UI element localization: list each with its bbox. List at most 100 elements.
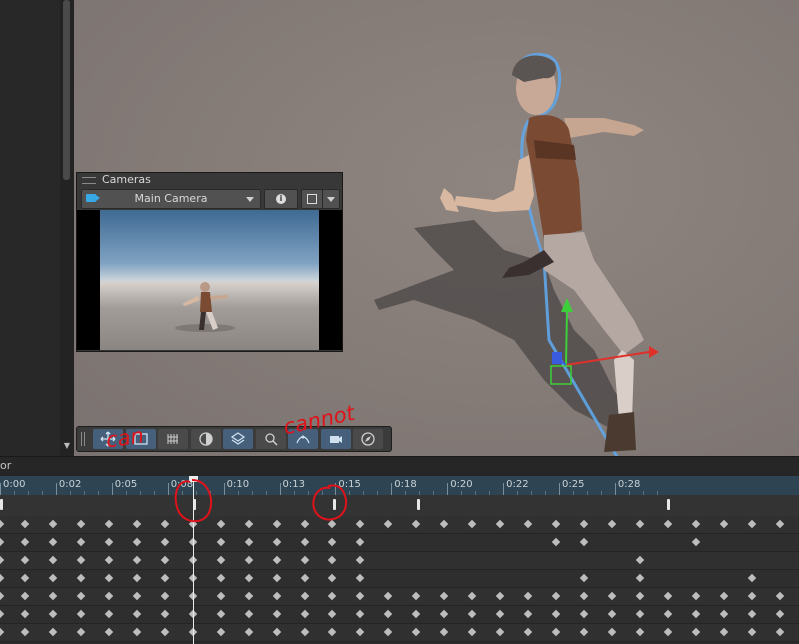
keyframe-diamond[interactable] xyxy=(384,627,393,637)
keyframe-diamond[interactable] xyxy=(747,627,756,637)
keyframe-diamond[interactable] xyxy=(607,627,617,637)
keyframe-diamond[interactable] xyxy=(663,609,673,619)
keyframe-diamond[interactable] xyxy=(132,573,142,583)
keyframe-diamond[interactable] xyxy=(719,609,728,619)
keyframe-diamond[interactable] xyxy=(747,591,756,601)
keyframe-diamond[interactable] xyxy=(244,627,253,637)
keyframe-diamond[interactable] xyxy=(747,609,756,619)
keyframe-diamond[interactable] xyxy=(76,627,86,637)
keyframe-diamond[interactable] xyxy=(160,609,169,619)
keyframe-diamond[interactable] xyxy=(356,537,365,547)
keyframe-diamond[interactable] xyxy=(384,591,393,601)
keyframe-diamond[interactable] xyxy=(0,573,5,583)
keyframe-diamond[interactable] xyxy=(551,627,561,637)
toolbar-grip-icon[interactable] xyxy=(84,432,85,446)
animation-event-marker[interactable] xyxy=(667,499,670,510)
keyframe-diamond[interactable] xyxy=(300,627,309,637)
keyframe-diamond[interactable] xyxy=(76,555,86,565)
animation-event-marker[interactable] xyxy=(417,499,420,510)
keyframe-diamond[interactable] xyxy=(48,519,58,529)
keyframe-diamond[interactable] xyxy=(48,609,58,619)
keyframe-diamond[interactable] xyxy=(663,591,673,601)
keyframe-diamond[interactable] xyxy=(747,573,756,583)
keyframe-diamond[interactable] xyxy=(328,537,337,547)
zoom-tool-button[interactable] xyxy=(255,429,286,449)
keyframe-diamond[interactable] xyxy=(300,609,309,619)
keyframe-diamond[interactable] xyxy=(104,591,114,601)
keyframe-diamond[interactable] xyxy=(272,537,281,547)
keyframe-diamond[interactable] xyxy=(579,609,589,619)
scrollbar-thumb[interactable] xyxy=(63,0,70,180)
grid-tool-button[interactable] xyxy=(158,429,188,449)
keyframe-diamond[interactable] xyxy=(216,627,225,637)
keyframe-diamond[interactable] xyxy=(300,573,309,583)
keyframe-diamond[interactable] xyxy=(607,519,617,529)
keyframe-diamond[interactable] xyxy=(0,591,5,601)
keyframe-diamond[interactable] xyxy=(635,591,645,601)
keyframe-diamond[interactable] xyxy=(0,537,5,547)
keyframe-diamond[interactable] xyxy=(272,591,281,601)
keyframe-diamond[interactable] xyxy=(747,519,756,529)
keyframe-diamond[interactable] xyxy=(20,627,30,637)
keyframe-diamond[interactable] xyxy=(356,555,365,565)
keyframe-diamond[interactable] xyxy=(384,609,393,619)
keyframe-diamond[interactable] xyxy=(244,555,253,565)
keyframe-diamond[interactable] xyxy=(272,573,281,583)
keyframe-diamond[interactable] xyxy=(216,555,225,565)
keyframe-diamond[interactable] xyxy=(48,627,58,637)
keyframe-diamond[interactable] xyxy=(412,609,421,619)
keyframe-diamond[interactable] xyxy=(523,609,533,619)
keyframe-diamond[interactable] xyxy=(104,555,114,565)
keyframe-diamond[interactable] xyxy=(775,627,784,637)
camera-select[interactable]: Main Camera xyxy=(81,189,261,209)
toolbar-grip-icon[interactable] xyxy=(81,432,82,446)
keyframe-diamond[interactable] xyxy=(300,591,309,601)
keyframe-diamond[interactable] xyxy=(328,555,337,565)
keyframe-diamond[interactable] xyxy=(132,591,142,601)
keyframe-diamond[interactable] xyxy=(216,609,225,619)
keyframe-diamond[interactable] xyxy=(495,609,505,619)
orbit-tool-button[interactable] xyxy=(190,429,221,449)
keyframe-diamond[interactable] xyxy=(20,555,30,565)
keyframe-diamond[interactable] xyxy=(76,573,86,583)
keyframe-diamond[interactable] xyxy=(76,537,86,547)
keyframe-diamond[interactable] xyxy=(76,609,86,619)
keyframe-diamond[interactable] xyxy=(0,609,5,619)
scroll-down-arrow-icon[interactable]: ▼ xyxy=(61,440,73,452)
keyframe-diamond[interactable] xyxy=(328,591,337,601)
keyframe-diamond[interactable] xyxy=(104,609,114,619)
keyframe-diamond[interactable] xyxy=(48,555,58,565)
keyframe-diamond[interactable] xyxy=(244,537,253,547)
keyframe-diamond[interactable] xyxy=(495,627,505,637)
keyframe-diamond[interactable] xyxy=(775,519,784,529)
keyframe-diamond[interactable] xyxy=(160,555,169,565)
layers-tool-button[interactable] xyxy=(223,429,253,449)
keyframe-diamond[interactable] xyxy=(76,519,86,529)
keyframe-diamond[interactable] xyxy=(20,537,30,547)
keyframe-diamond[interactable] xyxy=(132,537,142,547)
keyframe-diamond[interactable] xyxy=(272,627,281,637)
keyframe-diamond[interactable] xyxy=(523,591,533,601)
keyframe-diamond[interactable] xyxy=(132,555,142,565)
keyframe-diamond[interactable] xyxy=(440,591,449,601)
keyframe-diamond[interactable] xyxy=(467,519,477,529)
keyframe-diamond[interactable] xyxy=(48,573,58,583)
keyframe-diamond[interactable] xyxy=(160,573,169,583)
frame-options-dropdown[interactable] xyxy=(322,189,340,209)
keyframe-diamond[interactable] xyxy=(467,609,477,619)
keyframe-diamond[interactable] xyxy=(104,627,114,637)
keyframe-diamond[interactable] xyxy=(300,555,309,565)
animation-events-row[interactable] xyxy=(0,495,799,517)
keyframe-diamond[interactable] xyxy=(384,519,393,529)
keyframe-diamond[interactable] xyxy=(719,591,728,601)
keyframe-diamond[interactable] xyxy=(635,555,645,565)
keyframe-diamond[interactable] xyxy=(495,591,505,601)
keyframe-diamond[interactable] xyxy=(635,609,645,619)
keyframe-diamond[interactable] xyxy=(551,537,561,547)
keyframe-diamond[interactable] xyxy=(160,537,169,547)
animation-event-marker[interactable] xyxy=(0,499,3,510)
keyframe-diamond[interactable] xyxy=(244,591,253,601)
keyframe-diamond[interactable] xyxy=(607,609,617,619)
keyframe-diamond[interactable] xyxy=(104,519,114,529)
keyframe-diamond[interactable] xyxy=(244,573,253,583)
